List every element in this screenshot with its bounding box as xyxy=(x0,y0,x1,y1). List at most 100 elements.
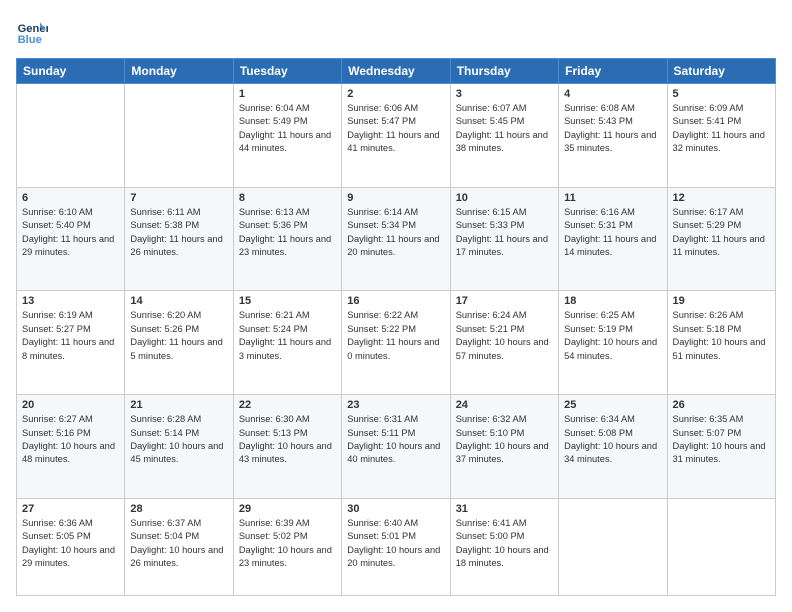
day-number: 30 xyxy=(347,503,444,515)
calendar-cell: 3 Sunrise: 6:07 AMSunset: 5:45 PMDaylight… xyxy=(450,84,558,188)
day-number: 6 xyxy=(22,192,119,204)
day-info: Sunrise: 6:20 AMSunset: 5:26 PMDaylight:… xyxy=(130,309,227,363)
weekday-header-saturday: Saturday xyxy=(667,59,775,84)
day-info: Sunrise: 6:31 AMSunset: 5:11 PMDaylight:… xyxy=(347,413,444,467)
svg-text:General: General xyxy=(18,23,48,35)
week-row-4: 20Sunrise: 6:27 AMSunset: 5:16 PMDayligh… xyxy=(17,395,776,499)
calendar-cell: 6Sunrise: 6:10 AMSunset: 5:40 PMDaylight… xyxy=(17,187,125,291)
day-number: 27 xyxy=(22,503,119,515)
calendar-cell: 23 Sunrise: 6:31 AMSunset: 5:11 PMDayligh… xyxy=(342,395,450,499)
day-number: 3 xyxy=(456,88,553,100)
day-number: 20 xyxy=(22,399,119,411)
day-number: 21 xyxy=(130,399,227,411)
calendar-cell: 25 Sunrise: 6:34 AMSunset: 5:08 PMDayligh… xyxy=(559,395,667,499)
day-info: Sunrise: 6:04 AMSunset: 5:49 PMDaylight:… xyxy=(239,102,336,156)
day-number: 5 xyxy=(673,88,770,100)
calendar-cell xyxy=(667,498,775,595)
week-row-2: 6Sunrise: 6:10 AMSunset: 5:40 PMDaylight… xyxy=(17,187,776,291)
day-info: Sunrise: 6:17 AMSunset: 5:29 PMDaylight:… xyxy=(673,206,770,260)
day-number: 24 xyxy=(456,399,553,411)
weekday-header-sunday: Sunday xyxy=(17,59,125,84)
day-info: Sunrise: 6:08 AMSunset: 5:43 PMDaylight:… xyxy=(564,102,661,156)
day-info: Sunrise: 6:22 AMSunset: 5:22 PMDaylight:… xyxy=(347,309,444,363)
logo-icon: General Blue xyxy=(16,16,48,48)
calendar-cell: 16 Sunrise: 6:22 AMSunset: 5:22 PMDayligh… xyxy=(342,291,450,395)
day-number: 14 xyxy=(130,295,227,307)
day-number: 23 xyxy=(347,399,444,411)
calendar-cell: 18 Sunrise: 6:25 AMSunset: 5:19 PMDayligh… xyxy=(559,291,667,395)
day-info: Sunrise: 6:39 AMSunset: 5:02 PMDaylight:… xyxy=(239,517,336,571)
calendar-cell: 13 Sunrise: 6:19 AMSunset: 5:27 PMDayligh… xyxy=(17,291,125,395)
day-info: Sunrise: 6:13 AMSunset: 5:36 PMDaylight:… xyxy=(239,206,336,260)
day-number: 31 xyxy=(456,503,553,515)
weekday-header-monday: Monday xyxy=(125,59,233,84)
day-number: 17 xyxy=(456,295,553,307)
day-info: Sunrise: 6:16 AMSunset: 5:31 PMDaylight:… xyxy=(564,206,661,260)
calendar-table: SundayMondayTuesdayWednesdayThursdayFrid… xyxy=(16,58,776,596)
calendar-cell xyxy=(559,498,667,595)
weekday-header-thursday: Thursday xyxy=(450,59,558,84)
day-info: Sunrise: 6:21 AMSunset: 5:24 PMDaylight:… xyxy=(239,309,336,363)
calendar-cell: 9 Sunrise: 6:14 AMSunset: 5:34 PMDaylight… xyxy=(342,187,450,291)
day-info: Sunrise: 6:14 AMSunset: 5:34 PMDaylight:… xyxy=(347,206,444,260)
calendar-cell: 10 Sunrise: 6:15 AMSunset: 5:33 PMDayligh… xyxy=(450,187,558,291)
day-number: 28 xyxy=(130,503,227,515)
calendar-cell: 2 Sunrise: 6:06 AMSunset: 5:47 PMDaylight… xyxy=(342,84,450,188)
calendar-cell: 4 Sunrise: 6:08 AMSunset: 5:43 PMDaylight… xyxy=(559,84,667,188)
day-number: 2 xyxy=(347,88,444,100)
logo: General Blue xyxy=(16,16,48,48)
weekday-header-friday: Friday xyxy=(559,59,667,84)
day-number: 25 xyxy=(564,399,661,411)
week-row-3: 13 Sunrise: 6:19 AMSunset: 5:27 PMDayligh… xyxy=(17,291,776,395)
day-number: 22 xyxy=(239,399,336,411)
day-number: 11 xyxy=(564,192,661,204)
day-info: Sunrise: 6:28 AMSunset: 5:14 PMDaylight:… xyxy=(130,413,227,467)
day-info: Sunrise: 6:19 AMSunset: 5:27 PMDaylight:… xyxy=(22,309,119,363)
weekday-header-tuesday: Tuesday xyxy=(233,59,341,84)
calendar-cell: 17Sunrise: 6:24 AMSunset: 5:21 PMDayligh… xyxy=(450,291,558,395)
calendar-cell: 22 Sunrise: 6:30 AMSunset: 5:13 PMDayligh… xyxy=(233,395,341,499)
day-info: Sunrise: 6:06 AMSunset: 5:47 PMDaylight:… xyxy=(347,102,444,156)
header: General Blue xyxy=(16,16,776,48)
day-number: 9 xyxy=(347,192,444,204)
calendar-cell: 1Sunrise: 6:04 AMSunset: 5:49 PMDaylight… xyxy=(233,84,341,188)
day-number: 16 xyxy=(347,295,444,307)
day-number: 19 xyxy=(673,295,770,307)
day-info: Sunrise: 6:30 AMSunset: 5:13 PMDaylight:… xyxy=(239,413,336,467)
calendar-cell: 12 Sunrise: 6:17 AMSunset: 5:29 PMDayligh… xyxy=(667,187,775,291)
day-number: 4 xyxy=(564,88,661,100)
day-info: Sunrise: 6:15 AMSunset: 5:33 PMDaylight:… xyxy=(456,206,553,260)
day-info: Sunrise: 6:07 AMSunset: 5:45 PMDaylight:… xyxy=(456,102,553,156)
calendar-cell: 26 Sunrise: 6:35 AMSunset: 5:07 PMDayligh… xyxy=(667,395,775,499)
weekday-header-row: SundayMondayTuesdayWednesdayThursdayFrid… xyxy=(17,59,776,84)
day-number: 15 xyxy=(239,295,336,307)
calendar-cell: 24Sunrise: 6:32 AMSunset: 5:10 PMDayligh… xyxy=(450,395,558,499)
day-info: Sunrise: 6:35 AMSunset: 5:07 PMDaylight:… xyxy=(673,413,770,467)
week-row-5: 27 Sunrise: 6:36 AMSunset: 5:05 PMDayligh… xyxy=(17,498,776,595)
calendar-cell: 7Sunrise: 6:11 AMSunset: 5:38 PMDaylight… xyxy=(125,187,233,291)
calendar-cell: 8 Sunrise: 6:13 AMSunset: 5:36 PMDaylight… xyxy=(233,187,341,291)
day-info: Sunrise: 6:40 AMSunset: 5:01 PMDaylight:… xyxy=(347,517,444,571)
day-info: Sunrise: 6:36 AMSunset: 5:05 PMDaylight:… xyxy=(22,517,119,571)
day-info: Sunrise: 6:09 AMSunset: 5:41 PMDaylight:… xyxy=(673,102,770,156)
day-info: Sunrise: 6:26 AMSunset: 5:18 PMDaylight:… xyxy=(673,309,770,363)
day-info: Sunrise: 6:25 AMSunset: 5:19 PMDaylight:… xyxy=(564,309,661,363)
day-number: 13 xyxy=(22,295,119,307)
calendar-cell xyxy=(17,84,125,188)
day-number: 7 xyxy=(130,192,227,204)
day-number: 29 xyxy=(239,503,336,515)
day-number: 12 xyxy=(673,192,770,204)
day-info: Sunrise: 6:37 AMSunset: 5:04 PMDaylight:… xyxy=(130,517,227,571)
calendar-cell: 14 Sunrise: 6:20 AMSunset: 5:26 PMDayligh… xyxy=(125,291,233,395)
weekday-header-wednesday: Wednesday xyxy=(342,59,450,84)
day-info: Sunrise: 6:34 AMSunset: 5:08 PMDaylight:… xyxy=(564,413,661,467)
day-number: 10 xyxy=(456,192,553,204)
calendar-cell: 31Sunrise: 6:41 AMSunset: 5:00 PMDayligh… xyxy=(450,498,558,595)
calendar-cell: 27 Sunrise: 6:36 AMSunset: 5:05 PMDayligh… xyxy=(17,498,125,595)
calendar-cell: 20Sunrise: 6:27 AMSunset: 5:16 PMDayligh… xyxy=(17,395,125,499)
day-number: 26 xyxy=(673,399,770,411)
week-row-1: 1Sunrise: 6:04 AMSunset: 5:49 PMDaylight… xyxy=(17,84,776,188)
day-number: 8 xyxy=(239,192,336,204)
day-number: 18 xyxy=(564,295,661,307)
calendar-cell: 15 Sunrise: 6:21 AMSunset: 5:24 PMDayligh… xyxy=(233,291,341,395)
